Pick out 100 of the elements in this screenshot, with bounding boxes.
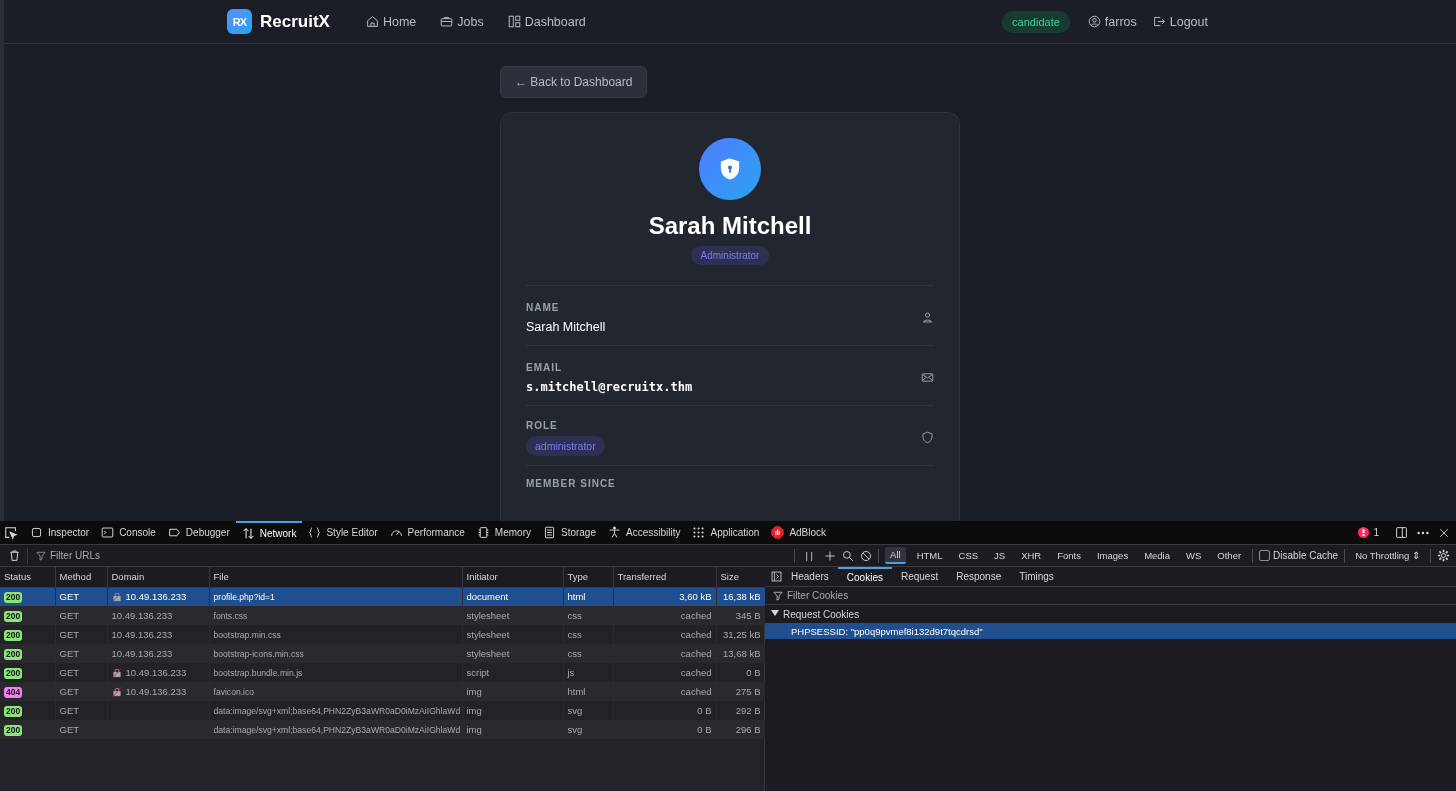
nav-link[interactable]: Home	[365, 10, 417, 33]
panel-tab[interactable]: Headers	[782, 566, 838, 587]
type-filter-button[interactable]: HTML	[911, 548, 948, 563]
field-label: ROLE	[526, 419, 559, 432]
column-header[interactable]: File	[209, 567, 462, 587]
status-badge: 200	[4, 629, 23, 641]
table-cell: GET	[55, 720, 107, 739]
field-label: EMAIL	[526, 361, 564, 374]
table-cell: stylesheet	[462, 644, 563, 663]
briefcase-icon	[440, 15, 454, 28]
field-label: NAME	[526, 301, 561, 314]
trash-icon	[8, 549, 21, 562]
type-filter-button[interactable]: Images	[1092, 548, 1134, 563]
devtools-tab[interactable]: Accessibility	[602, 520, 687, 545]
status-badge: 200	[4, 724, 23, 736]
devtools-tab[interactable]: AdBlock	[765, 520, 833, 545]
table-cell: 345 B	[716, 606, 765, 625]
throttling-select[interactable]: No Throttling ⇕	[1351, 550, 1424, 561]
table-cell: bootstrap-icons.min.css	[209, 644, 462, 663]
column-header[interactable]: Domain	[107, 567, 209, 587]
checkbox-label[interactable]: Disable Cache	[1273, 550, 1339, 561]
table-cell: 10.49.136.233	[125, 686, 187, 697]
cookie-row[interactable]: PHPSESSID: "pp0q9pvmef8i132d9t7tqcdrsd"	[765, 623, 1456, 639]
close-icon	[1438, 526, 1450, 539]
nav-link[interactable]: Jobs	[440, 10, 484, 33]
panel-tab[interactable]: Response	[947, 566, 1011, 587]
panel-tab[interactable]: Timings	[1010, 566, 1063, 587]
column-header[interactable]: Transferred	[613, 567, 716, 587]
devtools-tab[interactable]: Debugger	[161, 520, 236, 545]
column-header[interactable]: Method	[55, 567, 107, 587]
devtools-tab[interactable]: Performance	[383, 520, 471, 545]
devtools-tab[interactable]: Storage	[536, 520, 602, 545]
type-filter-button[interactable]: Media	[1139, 548, 1175, 563]
request-row[interactable]: 404 GET 10.49.136.233 favicon.ico img html cached 275 B	[0, 682, 765, 701]
table-cell: fonts.css	[209, 606, 462, 625]
request-row[interactable]: 200 GET 10.49.136.233 fonts.css stylesheet css cached 345 B	[0, 606, 765, 625]
request-row[interactable]: 200 GET 10.49.136.233 profile.php?id=1 document html 3,60 kB 16,38 kB	[0, 587, 765, 606]
type-filter-button[interactable]: WS	[1181, 548, 1207, 563]
accessibility-icon	[608, 526, 621, 539]
shield-icon	[921, 431, 934, 444]
table-cell: GET	[55, 644, 107, 663]
table-cell: 10.49.136.233	[111, 629, 173, 640]
devtools-tab[interactable]: Application	[686, 520, 766, 545]
devtools-tab[interactable]: Console	[95, 520, 162, 545]
panel-toggle-icon	[771, 571, 782, 582]
table-cell: GET	[55, 682, 107, 701]
back-button[interactable]: ← Back to Dashboard	[500, 66, 648, 98]
logout-link[interactable]: Logout	[1152, 14, 1208, 29]
role-badge: candidate	[1002, 10, 1070, 33]
nav-link[interactable]: Dashboard	[507, 10, 586, 33]
up-down-arrows-icon	[241, 527, 255, 540]
section-header[interactable]: Request Cookies	[783, 608, 860, 620]
type-filter-button[interactable]: Fonts	[1052, 548, 1086, 563]
column-header[interactable]: Size	[716, 567, 765, 587]
user-link[interactable]: farros	[1087, 14, 1137, 29]
settings-icon	[1437, 549, 1450, 562]
pause-button[interactable]: | |	[800, 548, 819, 563]
devtools-tab[interactable]: Inspector	[24, 520, 96, 545]
table-cell: 10.49.136.233	[125, 591, 187, 603]
error-count[interactable]: 1	[1358, 527, 1379, 538]
role-badge: Administrator	[690, 246, 770, 265]
devtools-tab[interactable]: Style Editor	[302, 520, 384, 545]
request-row[interactable]: 200 GET 10.49.136.233 bootstrap-icons.min.css stylesheet css cached 13,68 kB	[0, 644, 765, 663]
checkbox[interactable]	[1259, 550, 1271, 561]
column-header[interactable]: Initiator	[462, 567, 563, 587]
field-value: s.mitchell@recruitx.thm	[526, 379, 693, 394]
status-badge: 404	[4, 686, 23, 698]
table-cell: cached	[613, 682, 716, 701]
field-value: Sarah Mitchell	[526, 319, 606, 334]
type-filter-button[interactable]: CSS	[953, 548, 984, 563]
table-cell: 296 B	[716, 720, 765, 739]
column-header[interactable]: Status	[0, 567, 55, 587]
type-filter-button[interactable]: Other	[1212, 548, 1247, 563]
type-filter-button[interactable]: All	[885, 547, 906, 564]
table-cell: 10.49.136.233	[111, 648, 173, 659]
profile-name: Sarah Mitchell	[648, 212, 812, 240]
type-filter-button[interactable]: JS	[989, 548, 1011, 563]
inspector-icon	[30, 526, 43, 539]
status-badge: 200	[4, 648, 23, 660]
type-filter-button[interactable]: XHR	[1016, 548, 1047, 563]
table-cell: 10.49.136.233	[111, 610, 173, 621]
grid-dots-icon	[692, 526, 706, 539]
panel-tab[interactable]: Cookies	[837, 566, 892, 587]
table-cell: 13,68 kB	[716, 644, 765, 663]
filter-field[interactable]: Filter URLs	[50, 550, 200, 561]
search-icon	[842, 549, 855, 562]
element-picker-icon	[4, 525, 18, 540]
brand-name[interactable]: RecruitX	[260, 11, 330, 32]
cookie-filter-field[interactable]: Filter Cookies	[787, 590, 937, 601]
request-row[interactable]: 200 GET data:image/svg+xml;base64,PHN2ZyB3aWR0aD0iMzAiIGhlaWd img svg 0 B 296 B	[0, 720, 765, 739]
memory-chip-icon	[476, 526, 490, 539]
table-cell: img	[462, 682, 563, 701]
column-header[interactable]: Type	[563, 567, 613, 587]
table-cell: favicon.ico	[209, 682, 462, 701]
storage-icon	[542, 526, 556, 539]
status-badge: 200	[4, 705, 23, 717]
devtools-tab[interactable]: Memory	[470, 520, 537, 545]
panel-tab[interactable]: Request	[891, 566, 948, 587]
table-cell: 10.49.136.233	[125, 667, 187, 678]
table-cell: cached	[613, 644, 716, 663]
